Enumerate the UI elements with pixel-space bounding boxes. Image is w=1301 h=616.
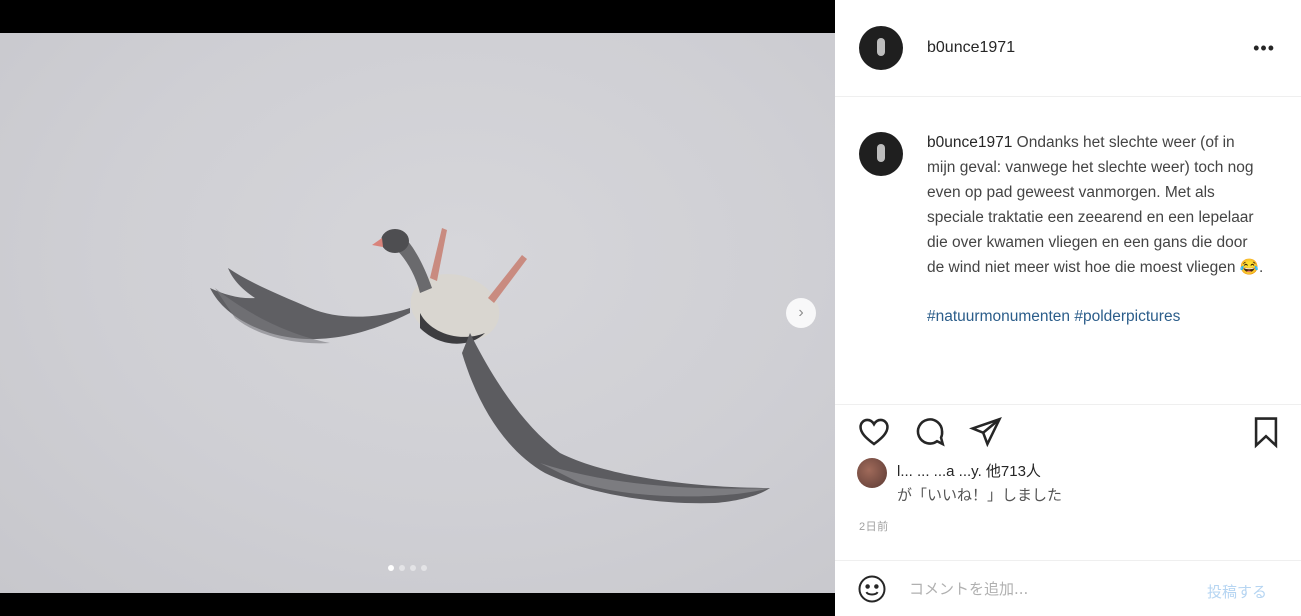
likes-suffix: が「いいね！」しました (897, 487, 1063, 504)
post-date: 2日前 (859, 521, 889, 533)
caption-section: b0unce1971 Ondanks het slechte weer (of … (835, 110, 1301, 400)
likes-section: l... ... ...a ...y. 他713人 が「いいね！」しました (857, 458, 1277, 508)
carousel-dot (410, 565, 416, 571)
post-comment-button[interactable]: 投稿する (1207, 581, 1267, 602)
comment-bar: 投稿する (835, 560, 1301, 616)
post-media: › (0, 0, 835, 616)
post-header: b0unce1971 ••• (835, 0, 1301, 97)
caption: b0unce1971 Ondanks het slechte weer (of … (927, 130, 1267, 400)
goose-photo (210, 228, 770, 504)
comment-input[interactable] (909, 579, 1209, 598)
author-username[interactable]: b0unce1971 (927, 39, 1015, 57)
post-photo[interactable] (0, 33, 835, 593)
caption-username[interactable]: b0unce1971 (927, 134, 1012, 151)
chevron-right-icon: › (798, 304, 804, 321)
carousel-dot (421, 565, 427, 571)
liker-avatar[interactable] (857, 458, 887, 488)
bookmark-icon[interactable] (1249, 415, 1283, 449)
carousel-dot (399, 565, 405, 571)
caption-text: Ondanks het slechte weer (of in mijn gev… (927, 134, 1264, 276)
emoji-icon[interactable] (857, 574, 887, 604)
share-icon[interactable] (969, 415, 1003, 449)
post-panel: b0unce1971 ••• b0unce1971 Ondanks het sl… (835, 0, 1301, 616)
more-icon[interactable]: ••• (1253, 38, 1275, 59)
carousel-indicator (388, 565, 427, 571)
likes-count[interactable]: l... ... ...a ...y. 他713人 (897, 460, 1041, 481)
caption-hashtags[interactable]: #natuurmonumenten #polderpictures (927, 304, 1267, 329)
comment-icon[interactable] (913, 415, 947, 449)
action-bar (835, 404, 1301, 450)
heart-icon[interactable] (857, 415, 891, 449)
caption-avatar[interactable] (859, 132, 903, 176)
carousel-dot (388, 565, 394, 571)
author-avatar[interactable] (859, 26, 903, 70)
carousel-next-button[interactable]: › (786, 298, 816, 328)
